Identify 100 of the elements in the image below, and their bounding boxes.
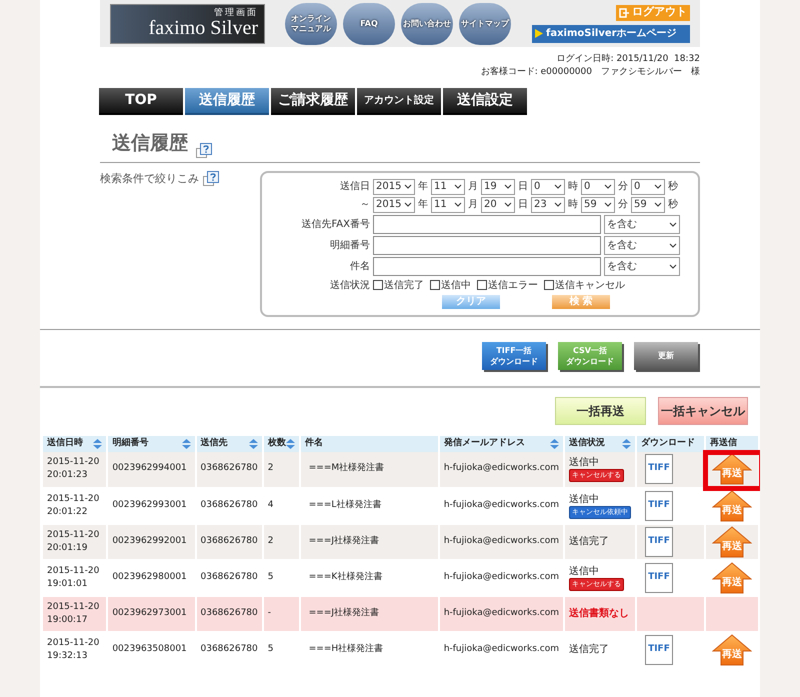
caret-icon: [654, 202, 662, 207]
caret-icon: [454, 184, 462, 189]
caret-icon: [554, 202, 562, 207]
caret-icon: [669, 264, 677, 268]
unit-label: 時: [568, 198, 578, 212]
sort-icon: [286, 438, 295, 448]
cell-text: 5: [268, 572, 274, 582]
checkbox[interactable]: [544, 280, 554, 290]
unit-label: 秒: [668, 198, 678, 212]
field-label: 件名: [349, 260, 370, 274]
bulk-resend-button[interactable]: 一括再送: [555, 396, 646, 424]
cell-text: 0023963508001: [112, 644, 187, 654]
cell-text: 2015-11-20 20:01:22: [47, 492, 100, 518]
column-header[interactable]: 送信先: [196, 436, 263, 452]
field-label: 送信状況: [329, 278, 370, 292]
tiff-file-button[interactable]: TIFF: [644, 490, 673, 520]
nav-tab[interactable]: アカウント設定: [357, 88, 441, 115]
nav-tab[interactable]: 送信設定: [443, 88, 527, 115]
match-select[interactable]: を含む: [604, 256, 680, 276]
cell-text: 0023962994001: [112, 463, 187, 474]
cell-text: h-fujioka@edicworks.com: [444, 536, 559, 546]
cell-text: 0368626780: [200, 536, 258, 546]
date-select[interactable]: 59: [581, 196, 615, 212]
status-text: 送信中: [568, 564, 600, 578]
page-title: 送信履歴: [112, 131, 188, 156]
unit-label: 年: [418, 198, 428, 212]
cell-text: ===M社様発注書: [308, 463, 384, 474]
column-header[interactable]: 枚数: [262, 436, 300, 452]
column-header[interactable]: 送信状況: [564, 436, 636, 452]
date-select[interactable]: 19: [481, 178, 515, 194]
checkbox[interactable]: [430, 280, 440, 290]
text-input[interactable]: [373, 236, 601, 254]
checkbox-label: 送信中: [441, 278, 471, 292]
nav-circle-button[interactable]: オンライン マニュアル: [285, 2, 337, 44]
unit-label: 分: [618, 180, 628, 194]
filter-label: 検索条件で絞りこみ: [100, 170, 199, 186]
checkbox[interactable]: [373, 280, 383, 290]
checkbox[interactable]: [477, 280, 487, 290]
date-select[interactable]: 20: [481, 196, 515, 212]
customer-code: お客様コード: e00000000 ファクシモシルバー 様: [480, 66, 700, 79]
sort-icon: [182, 438, 190, 448]
cell-text: ===K社様発注書: [308, 572, 382, 582]
date-select[interactable]: 11: [431, 178, 465, 194]
date-select[interactable]: 23: [531, 196, 565, 212]
date-select[interactable]: 0: [631, 178, 665, 194]
date-select[interactable]: 0: [581, 178, 615, 194]
status-text: 送信中: [568, 492, 600, 506]
tiff-file-button[interactable]: TIFF: [644, 634, 673, 664]
caret-icon: [654, 184, 662, 189]
column-header: ダウンロード: [636, 436, 705, 452]
match-select[interactable]: を含む: [604, 214, 680, 234]
column-header[interactable]: 明細番号: [107, 436, 196, 452]
checkbox-label: 送信エラー: [488, 278, 538, 292]
status-text: 送信中: [568, 456, 600, 469]
cell-text: 2015-11-20 19:32:13: [47, 636, 100, 662]
tiff-file-button[interactable]: TIFF: [644, 454, 673, 484]
homepage-link[interactable]: faximoSilverホームページ: [532, 24, 690, 42]
date-select[interactable]: 2015: [373, 178, 415, 194]
nav-tab[interactable]: 送信履歴: [185, 88, 269, 115]
text-input[interactable]: [373, 256, 601, 276]
cell-text: 2015-11-20 19:00:17: [47, 600, 100, 626]
cell-text: 0023962993001: [112, 500, 187, 510]
caret-icon: [604, 184, 612, 189]
download-button[interactable]: TIFF一括 ダウンロード: [482, 342, 546, 370]
date-select[interactable]: 0: [531, 178, 565, 194]
help-icon: [196, 142, 212, 158]
cell-text: -: [268, 608, 272, 618]
checkbox-label: 送信キャンセル: [555, 278, 625, 292]
unit-label: 秒: [668, 180, 678, 194]
date-select[interactable]: 2015: [373, 196, 415, 212]
field-label: 送信先FAX番号: [300, 218, 370, 232]
cell-text: 0368626780: [200, 463, 258, 474]
text-input[interactable]: [373, 214, 601, 234]
match-select[interactable]: を含む: [604, 236, 680, 254]
cell-text: 2: [268, 463, 274, 474]
refresh-button[interactable]: 更新: [634, 342, 698, 370]
cell-text: 5: [268, 644, 274, 654]
column-header[interactable]: 送信日時: [42, 436, 108, 452]
caret-icon: [504, 184, 512, 189]
date-select[interactable]: 59: [631, 196, 665, 212]
cell-text: ===L社様発注書: [308, 500, 382, 510]
column-header: 再送信: [704, 436, 759, 452]
column-header: 件名: [300, 436, 439, 452]
tiff-file-button[interactable]: TIFF: [644, 562, 673, 592]
cell-text: h-fujioka@edicworks.com: [444, 644, 559, 654]
cell-text: 0023962973001: [112, 608, 187, 618]
caret-icon: [669, 242, 677, 248]
cell-text: 2015-11-20 19:01:01: [47, 564, 100, 590]
sort-icon: [93, 438, 102, 448]
caret-icon: [554, 184, 562, 189]
cell-text: 2015-11-20 20:01:23: [47, 456, 100, 482]
column-header[interactable]: 発信メールアドレス: [438, 436, 564, 452]
bulk-cancel-button[interactable]: 一括キャンセル: [658, 396, 748, 424]
nav-tab[interactable]: ご請求履歴: [271, 88, 355, 115]
logo-text: faximo Silver: [148, 18, 258, 38]
tiff-file-button[interactable]: TIFF: [644, 526, 673, 556]
unit-label: 月: [468, 198, 478, 212]
date-select[interactable]: 11: [431, 196, 465, 212]
unit-label: 日: [518, 180, 528, 194]
nav-tab[interactable]: TOP: [99, 88, 183, 115]
